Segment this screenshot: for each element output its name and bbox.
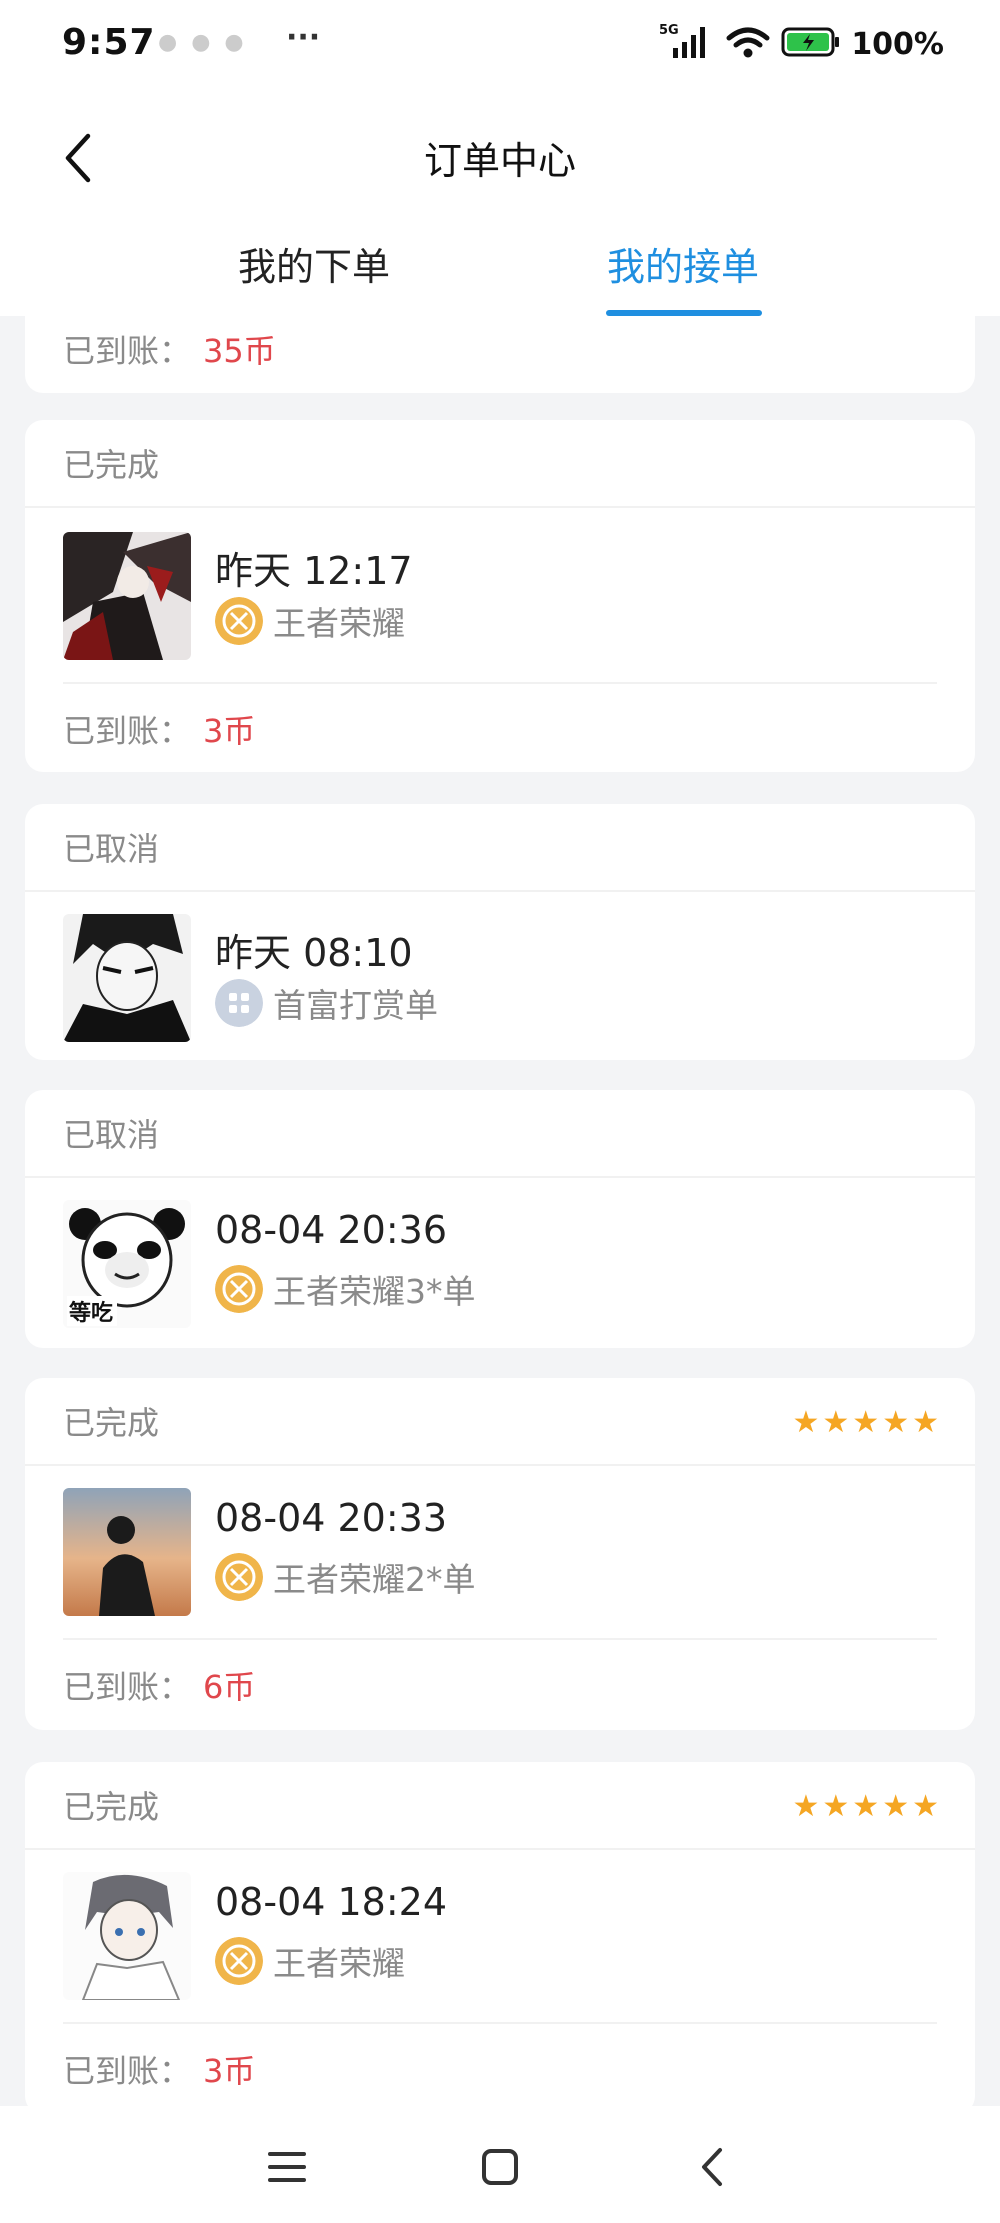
order-time: 昨天 08:10 xyxy=(215,931,413,975)
paid-value: 35币 xyxy=(203,332,276,370)
grid-app-icon xyxy=(215,979,263,1027)
paid-value: 3币 xyxy=(203,712,256,750)
card-divider xyxy=(25,1176,975,1178)
avatar[interactable] xyxy=(63,914,191,1042)
order-card[interactable]: 已完成 ★ ★ ★ ★ ★ 08-04 18:24 王者荣耀 已到账： 3币 xyxy=(25,1762,975,2106)
order-time: 昨天 12:17 xyxy=(215,549,413,593)
back-arrow-icon xyxy=(702,2148,722,2186)
sticker-caption: 等吃 xyxy=(69,1300,113,1326)
status-right: 5G 100% xyxy=(659,22,944,66)
honor-of-kings-icon xyxy=(215,1265,263,1313)
star-icon: ★ xyxy=(822,1789,850,1824)
game-row: 首富打赏单 xyxy=(215,978,438,1028)
star-icon: ★ xyxy=(852,1789,880,1824)
status-bar: 9:57 ●●● ··· 5G 100% xyxy=(0,0,1000,90)
paid-label: 已到账： xyxy=(63,332,192,370)
card-divider xyxy=(25,506,975,508)
card-divider xyxy=(25,1464,975,1466)
star-icon: ★ xyxy=(882,1789,910,1824)
order-status: 已完成 xyxy=(63,1404,160,1442)
menu-button[interactable] xyxy=(262,2142,312,2192)
star-icon: ★ xyxy=(912,1405,939,1440)
star-icon: ★ xyxy=(822,1405,850,1440)
network-type: 5G xyxy=(659,23,679,38)
header: 订单中心 xyxy=(0,90,1000,220)
wifi-icon xyxy=(725,24,771,64)
paid-label: 已到账： xyxy=(63,1668,192,1706)
home-button[interactable] xyxy=(475,2142,525,2192)
star-icon: ★ xyxy=(792,1405,820,1440)
battery-percent: 100% xyxy=(851,26,944,62)
avatar[interactable] xyxy=(63,532,191,660)
rating-stars: ★ ★ ★ ★ ★ xyxy=(792,1792,939,1822)
game-name: 王者荣耀3*单 xyxy=(273,1272,476,1311)
card-divider xyxy=(63,682,937,684)
star-icon: ★ xyxy=(882,1405,910,1440)
game-name: 王者荣耀 xyxy=(273,604,405,643)
order-status: 已完成 xyxy=(63,446,160,484)
battery-icon xyxy=(781,26,841,62)
game-name: 王者荣耀 xyxy=(273,1944,405,1983)
tab-my-orders[interactable]: 我的下单 xyxy=(238,236,390,291)
card-divider xyxy=(25,890,975,892)
paid-value: 6币 xyxy=(203,1668,256,1706)
order-card[interactable]: 已完成 ★ ★ ★ ★ ★ 08-04 20:33 王者荣耀2*单 已到账： 6… xyxy=(25,1378,975,1730)
card-divider xyxy=(63,2022,937,2024)
order-time: 08-04 18:24 xyxy=(215,1880,448,1924)
game-row: 王者荣耀 xyxy=(215,1936,405,1986)
signal-icon: 5G xyxy=(659,22,715,66)
page-title: 订单中心 xyxy=(423,139,576,183)
order-time: 08-04 20:36 xyxy=(215,1208,448,1252)
tab-my-accepted[interactable]: 我的接单 xyxy=(607,236,759,291)
order-status: 已取消 xyxy=(63,830,160,868)
order-card[interactable]: 已到账： 35币 xyxy=(25,316,975,393)
order-list[interactable]: 已到账： 35币 已完成 昨天 12:17 王者荣耀 已到账： 3币 已取消 昨… xyxy=(0,316,1000,2106)
honor-of-kings-icon xyxy=(215,1937,263,1985)
card-divider xyxy=(63,1638,937,1640)
home-square-icon xyxy=(482,2149,518,2185)
game-row: 王者荣耀3*单 xyxy=(215,1264,476,1314)
status-time: 9:57 xyxy=(62,22,156,63)
star-icon: ★ xyxy=(912,1789,939,1824)
paid-label: 已到账： xyxy=(63,712,192,750)
game-name: 王者荣耀2*单 xyxy=(273,1560,476,1599)
order-status: 已完成 xyxy=(63,1788,160,1826)
paid-value: 3币 xyxy=(203,2052,256,2090)
honor-of-kings-icon xyxy=(215,597,263,645)
system-nav-bar xyxy=(0,2106,1000,2223)
avatar[interactable]: 等吃 xyxy=(63,1200,191,1328)
rating-stars: ★ ★ ★ ★ ★ xyxy=(792,1408,939,1438)
order-card[interactable]: 已取消 昨天 08:10 首富打赏单 xyxy=(25,804,975,1060)
game-row: 王者荣耀 xyxy=(215,596,405,646)
tab-bar: 我的下单 我的接单 xyxy=(0,220,1000,316)
paid-label: 已到账： xyxy=(63,2052,192,2090)
avatar[interactable] xyxy=(63,1488,191,1616)
game-name: 首富打赏单 xyxy=(273,986,438,1025)
game-row: 王者荣耀2*单 xyxy=(215,1552,476,1602)
status-more: ··· xyxy=(286,20,321,55)
notification-dots-icon: ●●● xyxy=(158,30,258,55)
avatar[interactable] xyxy=(63,1872,191,2000)
honor-of-kings-icon xyxy=(215,1553,263,1601)
star-icon: ★ xyxy=(852,1405,880,1440)
order-card[interactable]: 已完成 昨天 12:17 王者荣耀 已到账： 3币 xyxy=(25,420,975,772)
menu-icon xyxy=(268,2152,306,2182)
card-divider xyxy=(25,1848,975,1850)
order-time: 08-04 20:33 xyxy=(215,1496,448,1540)
star-icon: ★ xyxy=(792,1789,820,1824)
order-card[interactable]: 已取消 等吃 08-04 20:36 王者荣耀3*单 xyxy=(25,1090,975,1348)
system-back-button[interactable] xyxy=(688,2142,738,2192)
order-status: 已取消 xyxy=(63,1116,160,1154)
